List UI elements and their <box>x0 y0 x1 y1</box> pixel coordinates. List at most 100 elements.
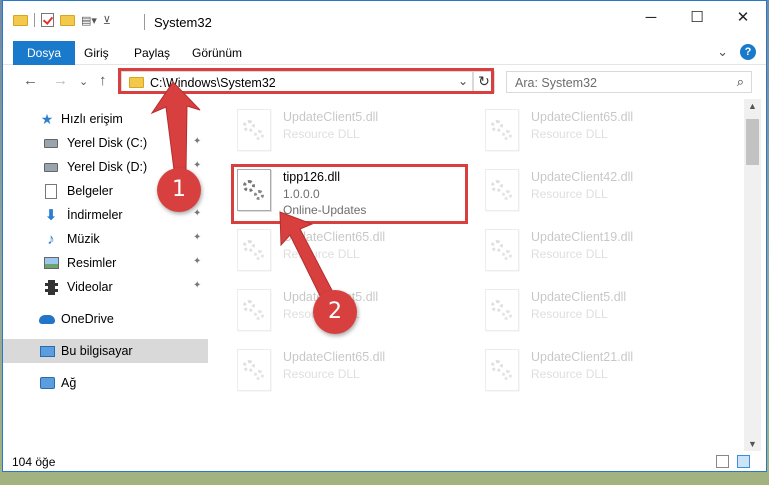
drive-icon <box>43 135 59 151</box>
toolbar-dropdown-icon[interactable]: ⊻ <box>103 14 111 27</box>
ribbon-right-controls: ⌄ ? <box>717 44 756 60</box>
dll-file-icon <box>485 169 519 211</box>
pin-icon: ✦ <box>193 136 202 147</box>
file-name: UpdateClient5.dll <box>531 290 627 304</box>
file-name: UpdateClient5.dll <box>283 290 379 304</box>
tab-share[interactable]: Paylaş <box>121 41 183 65</box>
sidebar-item-drive-c[interactable]: Yerel Disk (C:) ✦ <box>3 131 208 155</box>
up-button[interactable]: ↑ <box>99 72 107 89</box>
file-tile[interactable]: UpdateClient42.dll Resource DLL <box>485 169 725 225</box>
close-button[interactable]: ✕ <box>720 1 766 33</box>
pin-icon: ✦ <box>193 232 202 243</box>
sidebar-item-downloads[interactable]: ⬇ İndirmeler ✦ <box>3 203 208 227</box>
maximize-button[interactable]: ☐ <box>674 1 720 33</box>
computer-icon <box>39 343 55 359</box>
dll-file-icon <box>485 289 519 331</box>
sidebar-item-label: Müzik <box>67 232 100 246</box>
star-icon: ★ <box>40 110 54 127</box>
file-description: Resource DLL <box>531 127 608 141</box>
dll-file-icon <box>485 109 519 151</box>
sidebar-item-label: Yerel Disk (D:) <box>67 160 148 174</box>
sidebar-item-drive-d[interactable]: Yerel Disk (D:) ✦ <box>3 155 208 179</box>
chevron-down-icon[interactable]: ⌄ <box>458 74 468 88</box>
dll-file-icon <box>485 349 519 391</box>
drive-icon <box>43 159 59 175</box>
vertical-scrollbar[interactable]: ▲ ▼ <box>744 99 761 451</box>
file-description: Resource DLL <box>283 307 360 321</box>
sidebar-item-label: Yerel Disk (C:) <box>67 136 148 150</box>
sidebar-item-network[interactable]: Ağ <box>3 371 208 395</box>
tab-home[interactable]: Giriş <box>71 41 122 65</box>
properties-icon[interactable] <box>41 13 54 27</box>
sidebar-item-label: İndirmeler <box>67 208 123 222</box>
search-placeholder: Ara: System32 <box>515 76 597 90</box>
dll-file-icon <box>485 229 519 271</box>
window-title: System32 <box>154 15 212 30</box>
details-view-icon[interactable] <box>716 455 729 468</box>
tiles-view-icon[interactable] <box>737 455 750 468</box>
search-icon: ⌕ <box>736 74 744 89</box>
file-tile[interactable]: UpdateClient65.dll Resource DLL <box>237 229 477 285</box>
sidebar-item-music[interactable]: ♪ Müzik ✦ <box>3 227 208 251</box>
new-folder-icon[interactable] <box>60 14 75 26</box>
file-version: 1.0.0.0 <box>283 187 320 201</box>
help-icon[interactable]: ? <box>740 44 756 60</box>
file-description: Resource DLL <box>283 367 360 381</box>
scroll-up-icon[interactable]: ▲ <box>744 101 761 111</box>
dll-file-icon <box>237 169 271 211</box>
file-tile[interactable]: UpdateClient19.dll Resource DLL <box>485 229 725 285</box>
scrollbar-thumb[interactable] <box>746 119 759 165</box>
recent-locations-button[interactable]: ⌄ <box>79 75 88 88</box>
sidebar-item-pictures[interactable]: Resimler ✦ <box>3 251 208 275</box>
file-list: UpdateClient5.dll Resource DLL UpdateCli… <box>209 99 743 451</box>
sidebar-item-quick-access[interactable]: ★ Hızlı erişim <box>3 107 208 131</box>
file-tile[interactable]: UpdateClient65.dll Resource DLL <box>237 349 477 405</box>
file-tile-tipp126[interactable]: tipp126.dll 1.0.0.0 Online-Updates <box>237 169 477 225</box>
sidebar-item-videos[interactable]: Videolar ✦ <box>3 275 208 299</box>
file-tile[interactable]: UpdateClient5.dll Resource DLL <box>237 109 477 165</box>
dll-file-icon <box>237 109 271 151</box>
network-icon <box>39 375 55 391</box>
sidebar-item-onedrive[interactable]: OneDrive <box>3 307 208 331</box>
file-tile[interactable]: UpdateClient5.dll Resource DLL <box>485 289 725 345</box>
tab-view[interactable]: Görünüm <box>179 41 255 65</box>
ribbon-tabs: Dosya Giriş Paylaş Görünüm ⌄ ? <box>3 41 766 65</box>
search-input[interactable]: Ara: System32 ⌕ <box>506 71 752 93</box>
dll-file-icon <box>237 349 271 391</box>
title-bar: ▤▾ ⊻ System32 ─ ☐ ✕ <box>3 1 766 41</box>
file-description: Resource DLL <box>531 367 608 381</box>
file-description: Resource DLL <box>531 187 608 201</box>
sidebar-item-this-pc[interactable]: Bu bilgisayar <box>3 339 208 363</box>
sidebar-item-label: Bu bilgisayar <box>61 344 133 358</box>
forward-button[interactable]: → <box>53 72 68 89</box>
downloads-icon: ⬇ <box>44 207 58 224</box>
navigation-pane: ★ Hızlı erişim Yerel Disk (C:) ✦ Yerel D… <box>3 99 208 451</box>
file-tile[interactable]: UpdateClient5.dll Resource DLL <box>237 289 477 345</box>
divider <box>34 13 35 27</box>
address-path[interactable]: C:\Windows\System32 <box>150 76 276 90</box>
back-button[interactable]: ← <box>23 72 38 89</box>
sidebar-item-label: Videolar <box>67 280 113 294</box>
sidebar-item-label: Resimler <box>67 256 117 270</box>
sidebar-item-label: Belgeler <box>67 184 113 198</box>
scroll-down-icon[interactable]: ▼ <box>744 439 761 449</box>
item-count: 104 öğe <box>12 455 56 469</box>
file-name: UpdateClient65.dll <box>283 350 386 364</box>
pin-icon: ✦ <box>193 184 202 195</box>
tab-file[interactable]: Dosya <box>13 41 76 65</box>
sidebar-item-label: Hızlı erişim <box>61 112 123 126</box>
divider <box>144 14 145 30</box>
documents-icon <box>43 183 59 199</box>
file-description: Resource DLL <box>531 307 608 321</box>
refresh-button[interactable]: ↻ <box>473 71 495 93</box>
minimize-button[interactable]: ─ <box>628 1 674 33</box>
file-tile[interactable]: UpdateClient65.dll Resource DLL <box>485 109 725 165</box>
address-bar[interactable]: C:\Windows\System32 ⌄ <box>121 71 473 93</box>
file-description: Resource DLL <box>531 247 608 261</box>
file-tile[interactable]: UpdateClient21.dll Resource DLL <box>485 349 725 405</box>
pin-icon: ✦ <box>193 208 202 219</box>
sidebar-item-documents[interactable]: Belgeler ✦ <box>3 179 208 203</box>
expand-ribbon-icon[interactable]: ⌄ <box>717 44 728 60</box>
customize-toolbar-icon[interactable]: ▤▾ <box>81 14 97 27</box>
quick-access-toolbar: ▤▾ ⊻ <box>13 13 111 27</box>
